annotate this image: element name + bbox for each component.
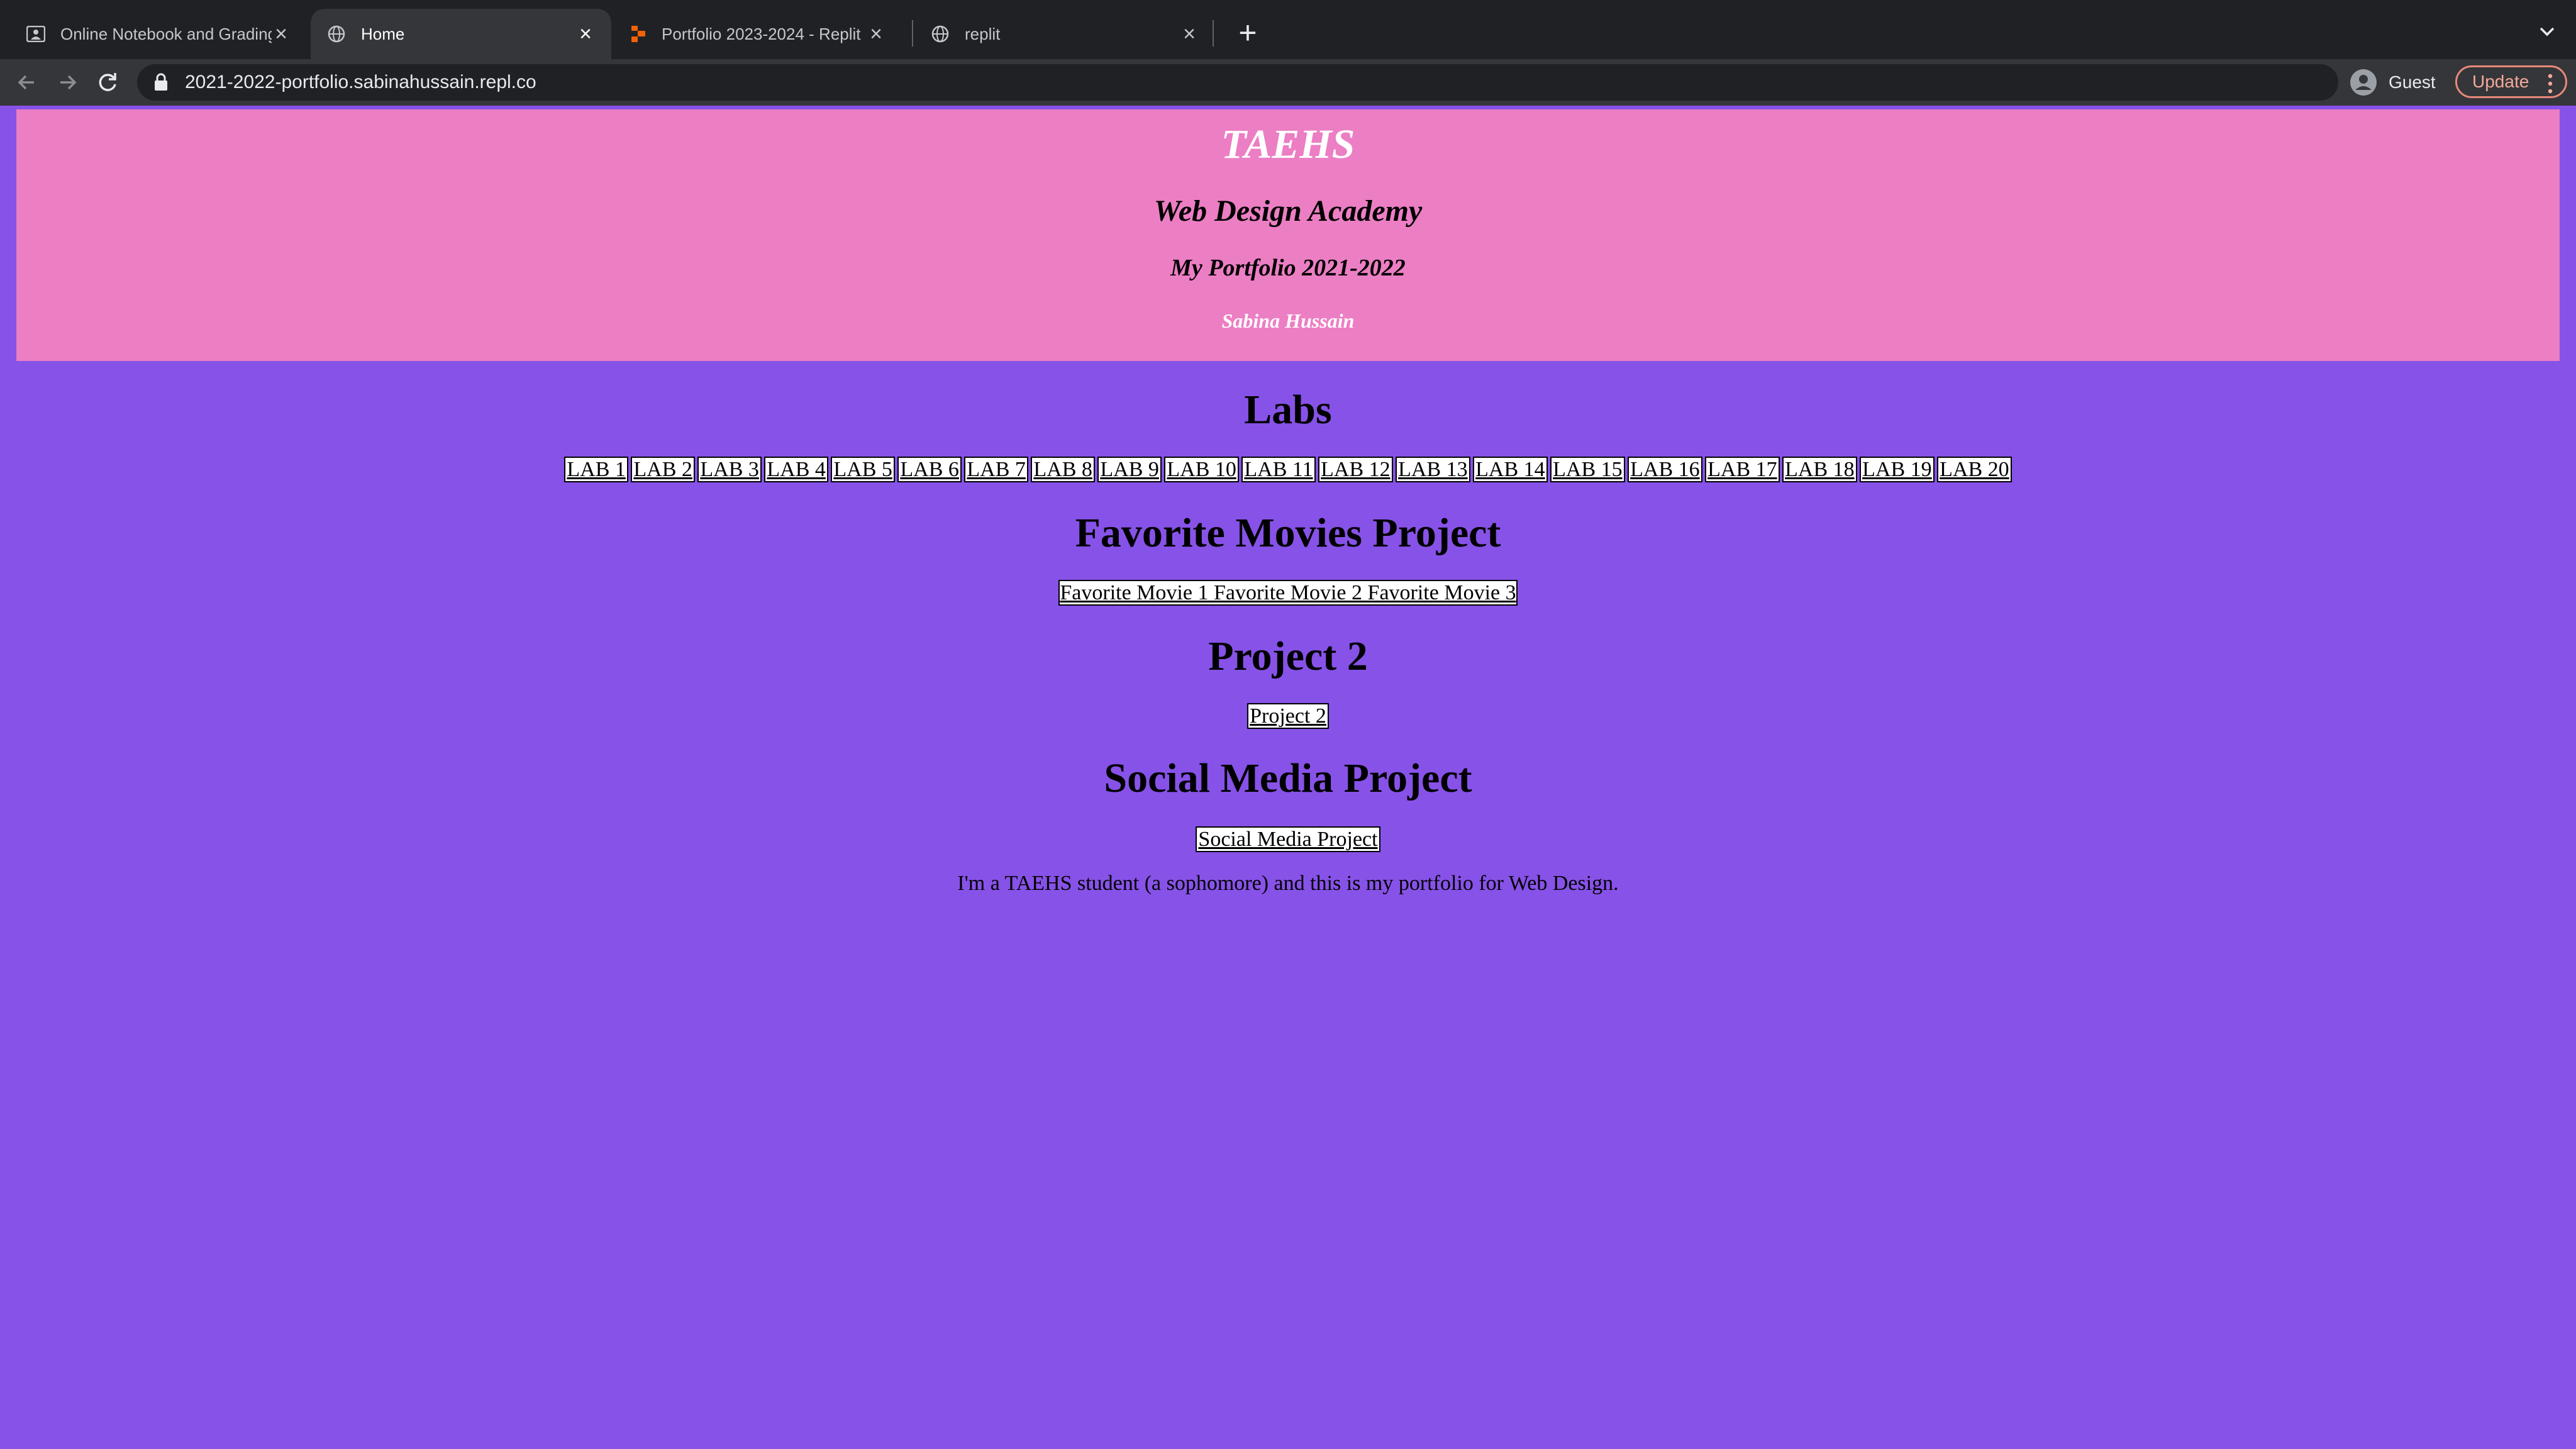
portfolio-title: My Portfolio 2021-2022 — [1170, 255, 1406, 281]
tab-separator — [912, 20, 913, 47]
replit-icon — [631, 26, 645, 42]
tab-strip: Online Notebook and Grading C × Home × P… — [0, 0, 2576, 59]
lab-link[interactable]: LAB 7 — [964, 457, 1028, 482]
school-title: TAEHS — [1221, 121, 1355, 167]
profile-button[interactable]: Guest — [2350, 64, 2436, 101]
url-text[interactable]: 2021-2022-portfolio.sabinahussain.repl.c… — [185, 72, 536, 93]
movies-link-row: Favorite Movie 1 Favorite Movie 2 Favori… — [0, 580, 2576, 606]
lab-link[interactable]: LAB 6 — [897, 457, 962, 482]
lab-link[interactable]: LAB 12 — [1318, 457, 1393, 482]
favorite-movie-link[interactable]: Favorite Movie 1 — [1060, 581, 1208, 604]
social-media-link[interactable]: Social Media Project — [1196, 826, 1380, 852]
tab-title: Online Notebook and Grading C — [60, 24, 272, 43]
author-name: Sabina Hussain — [1221, 309, 1355, 332]
more-menu-icon[interactable] — [2548, 74, 2553, 94]
lab-link[interactable]: LAB 17 — [1705, 457, 1780, 482]
lab-link[interactable]: LAB 1 — [564, 457, 628, 482]
globe-icon — [931, 25, 949, 43]
tab-title: Portfolio 2023-2024 - Replit — [662, 24, 861, 43]
social-heading: Social Media Project — [1104, 755, 1472, 801]
lab-link[interactable]: LAB 18 — [1782, 457, 1857, 482]
lab-link[interactable]: LAB 13 — [1396, 457, 1470, 482]
address-bar[interactable]: 2021-2022-portfolio.sabinahussain.repl.c… — [137, 64, 2338, 101]
update-button[interactable]: Update — [2455, 65, 2567, 98]
lab-link[interactable]: LAB 10 — [1164, 457, 1239, 482]
tab-separator — [1213, 20, 1214, 47]
movies-heading: Favorite Movies Project — [1075, 510, 1501, 556]
tab-home[interactable]: Home × — [311, 9, 611, 59]
academy-title: Web Design Academy — [1153, 194, 1423, 228]
tab-title: Home — [361, 24, 405, 43]
new-tab-button[interactable]: + — [1229, 15, 1267, 53]
close-tab-icon[interactable]: × — [1180, 22, 1199, 47]
browser-toolbar: 2021-2022-portfolio.sabinahussain.repl.c… — [0, 59, 2576, 106]
lab-link[interactable]: LAB 20 — [1937, 457, 2012, 482]
lab-link[interactable]: LAB 3 — [697, 457, 762, 482]
intro-text: I'm a TAEHS student (a sophomore) and th… — [957, 872, 1619, 895]
update-label: Update — [2472, 72, 2529, 91]
lab-link[interactable]: LAB 4 — [764, 457, 828, 482]
lab-link[interactable]: LAB 14 — [1473, 457, 1548, 482]
close-tab-icon[interactable]: × — [576, 22, 595, 47]
tab-search-chevron-icon[interactable] — [2533, 18, 2561, 45]
forward-arrow-icon[interactable] — [53, 68, 82, 97]
globe-icon — [328, 25, 345, 43]
lab-link[interactable]: LAB 5 — [831, 457, 895, 482]
tab-title: replit — [965, 24, 1001, 43]
project2-heading: Project 2 — [1208, 633, 1368, 679]
lock-icon — [155, 73, 167, 91]
favorite-movie-link[interactable]: Favorite Movie 2 — [1214, 581, 1362, 604]
profile-label: Guest — [2389, 72, 2436, 92]
page-header: TAEHS Web Design Academy My Portfolio 20… — [16, 109, 2560, 361]
lab-link[interactable]: LAB 9 — [1097, 457, 1162, 482]
lab-link[interactable]: LAB 19 — [1860, 457, 1935, 482]
tab-replit[interactable]: replit × — [914, 9, 1215, 59]
lab-link[interactable]: LAB 15 — [1550, 457, 1625, 482]
favorite-movie-link[interactable]: Favorite Movie 3 — [1368, 581, 1516, 604]
labs-heading: Labs — [1244, 387, 1332, 433]
lab-link[interactable]: LAB 8 — [1031, 457, 1095, 482]
reload-icon[interactable] — [93, 68, 122, 97]
close-tab-icon[interactable]: × — [272, 22, 291, 47]
classroom-icon — [26, 26, 45, 42]
labs-link-row: LAB 1 LAB 2 LAB 3 LAB 4 LAB 5 LAB 6 LAB … — [0, 457, 2576, 482]
social-link-row: Social Media Project — [0, 826, 2576, 852]
tab-portfolio-replit[interactable]: Portfolio 2023-2024 - Replit × — [614, 9, 902, 59]
tab-online-notebook[interactable]: Online Notebook and Grading C × — [10, 9, 307, 59]
movies-link-group: Favorite Movie 1 Favorite Movie 2 Favori… — [1058, 580, 1518, 606]
back-arrow-icon[interactable] — [13, 68, 42, 97]
lab-link[interactable]: LAB 16 — [1628, 457, 1702, 482]
close-tab-icon[interactable]: × — [867, 22, 886, 47]
guest-avatar-icon — [2350, 69, 2377, 96]
project2-link[interactable]: Project 2 — [1247, 703, 1329, 729]
lab-link[interactable]: LAB 2 — [631, 457, 695, 482]
project2-link-row: Project 2 — [0, 703, 2576, 729]
lab-link[interactable]: LAB 11 — [1241, 457, 1316, 482]
